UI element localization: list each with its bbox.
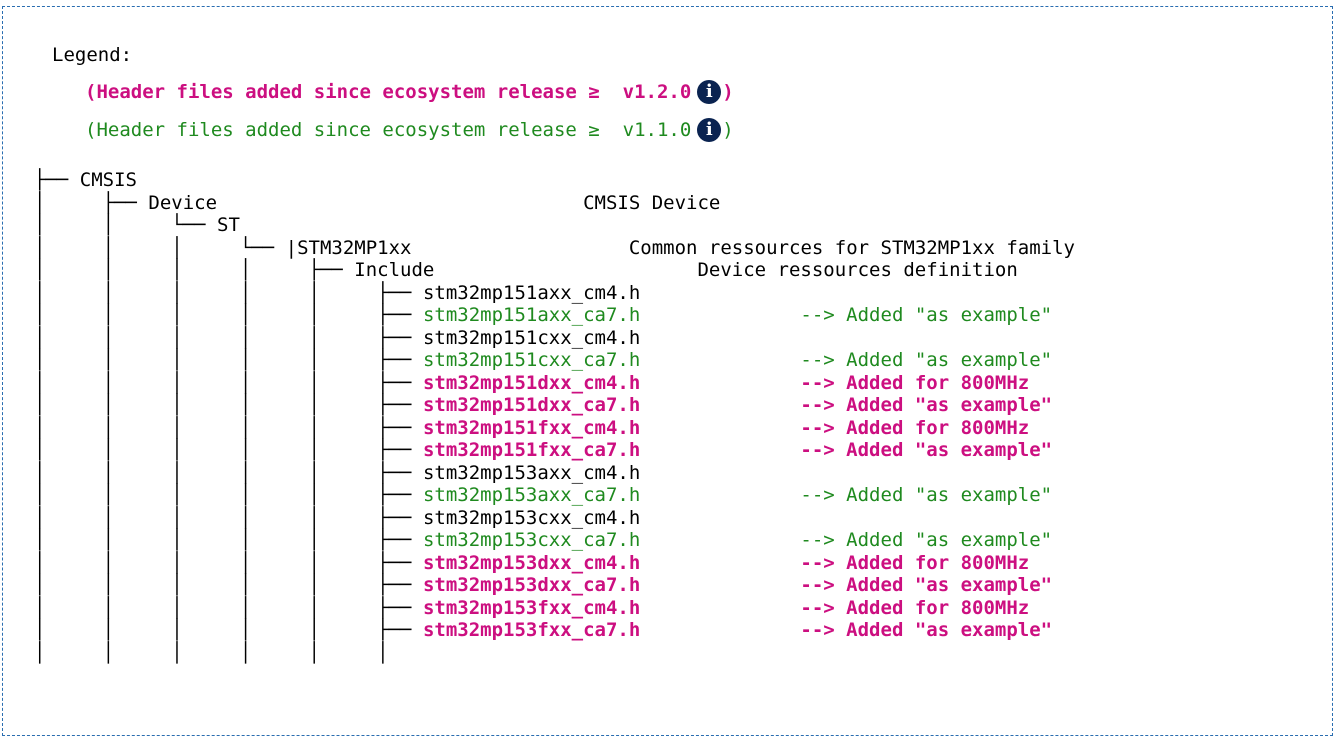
legend-entry-v1-2-0: (Header files added since ecosystem rele… (85, 80, 734, 104)
tree-entry-name: stm32mp151axx_ca7.h (422, 304, 641, 326)
tree-branch-lines: │ │ │ │ │ ├── (34, 371, 423, 394)
tree-entry-name: stm32mp153fxx_ca7.h (422, 619, 641, 641)
tree-entry-description: --> Added "as example" (640, 304, 1053, 326)
tree-branch-lines: │ │ │ │ │ ├── (34, 461, 423, 484)
tree-entry-description: Device ressources definition (434, 259, 1018, 281)
tree-row: │ │ └── ST (34, 214, 1075, 237)
code-block-frame: Legend: (Header files added since ecosys… (2, 6, 1333, 736)
tree-row: │ │ │ │ │ ├── stm32mp153axx_cm4.h (34, 462, 1075, 485)
tree-branch-lines: │ │ │ │ │ ├── (34, 439, 423, 461)
tree-row: │ │ │ │ │ ├── stm32mp151fxx_cm4.h --> Ad… (34, 417, 1075, 440)
legend-entry-v1-2-0-text: (Header files added since ecosystem rele… (85, 81, 692, 103)
tree-entry-name: stm32mp153fxx_cm4.h (422, 596, 641, 619)
tree-entry-description: --> Added "as example" (640, 619, 1053, 641)
info-icon[interactable]: i (697, 118, 722, 142)
tree-row: │ │ │ │ │ ├── stm32mp153axx_ca7.h --> Ad… (34, 484, 1075, 507)
tree-branch-lines: │ │ │ │ ├── (34, 259, 355, 281)
directory-tree: ├── CMSIS │ ├── Device CMSIS Device │ │ └─… (34, 169, 1075, 664)
tree-branch-lines: │ │ │ │ │ ├── (34, 574, 423, 596)
tree-row: │ │ │ │ ├── Include Device ressources de… (34, 259, 1075, 282)
tree-entry-name: stm32mp153axx_cm4.h (422, 461, 641, 484)
tree-branch-lines: │ ├── (34, 191, 149, 214)
tree-branch-lines: │ │ │ │ │ ├── (34, 619, 423, 641)
tree-entry-name: |STM32MP1xx (285, 236, 412, 259)
tree-row: │ │ │ │ │ ├── stm32mp153fxx_ca7.h --> Ad… (34, 619, 1075, 642)
tree-row: │ │ │ │ │ ├── stm32mp151dxx_cm4.h --> Ad… (34, 372, 1075, 395)
tree-entry-name: stm32mp151fxx_ca7.h (422, 439, 641, 461)
tree-entry-name: ST (217, 214, 240, 236)
tree-entry-description: Common ressources for STM32MP1xx family (411, 236, 1075, 259)
tree-entry-name: stm32mp151axx_cm4.h (422, 281, 641, 304)
tree-branch-lines: ├── (34, 169, 80, 191)
tree-row: │ │ │ │ │ │ (34, 642, 1075, 665)
tree-entry-name: CMSIS (79, 169, 137, 191)
tree-branch-lines: │ │ │ │ │ ├── (34, 326, 423, 349)
tree-branch-lines: │ │ │ └── (34, 236, 286, 259)
tree-branch-lines: │ │ │ │ │ ├── (34, 304, 423, 326)
tree-entry-description: --> Added for 800MHz (640, 416, 1030, 439)
tree-entry-name: Include (354, 259, 435, 281)
tree-entry-description: --> Added "as example" (640, 394, 1053, 416)
tree-entry-name: stm32mp151dxx_cm4.h (422, 371, 641, 394)
tree-entry-description: --> Added "as example" (640, 529, 1053, 551)
tree-entry-description: --> Added for 800MHz (640, 551, 1030, 574)
tree-branch-lines: │ │ │ │ │ ├── (34, 416, 423, 439)
legend-entry-v1-1-0-text: (Header files added since ecosystem rele… (85, 119, 692, 141)
tree-entry-description: --> Added "as example" (640, 349, 1053, 371)
tree-entry-name: stm32mp153dxx_cm4.h (422, 551, 641, 574)
tree-row: │ │ │ │ │ ├── stm32mp153cxx_cm4.h (34, 507, 1075, 530)
tree-row: │ │ │ │ │ ├── stm32mp151cxx_cm4.h (34, 327, 1075, 350)
tree-branch-lines: │ │ │ │ │ ├── (34, 349, 423, 371)
tree-row: ├── CMSIS (34, 169, 1075, 192)
tree-branch-lines: │ │ │ │ │ ├── (34, 394, 423, 416)
tree-entry-name: Device (148, 191, 218, 214)
tree-branch-lines: │ │ │ │ │ │ (34, 641, 389, 664)
legend-entry-v1-1-0: (Header files added since ecosystem rele… (85, 118, 734, 142)
legend-title: Legend: (52, 44, 133, 66)
tree-branch-lines: │ │ └── (34, 214, 218, 236)
tree-entry-description: --> Added "as example" (640, 574, 1053, 596)
info-icon[interactable]: i (697, 80, 722, 104)
tree-entry-name: stm32mp151dxx_ca7.h (422, 394, 641, 416)
tree-entry-name: stm32mp153cxx_ca7.h (422, 529, 641, 551)
legend-entry-v1-2-0-close: ) (722, 81, 734, 103)
tree-entry-description: --> Added "as example" (640, 484, 1053, 506)
tree-row: │ │ │ │ │ ├── stm32mp151dxx_ca7.h --> Ad… (34, 394, 1075, 417)
tree-row: │ │ │ │ │ ├── stm32mp151fxx_ca7.h --> Ad… (34, 439, 1075, 462)
tree-entry-description: --> Added "as example" (640, 439, 1053, 461)
tree-entry-description: --> Added for 800MHz (640, 371, 1030, 394)
tree-row: │ │ │ │ │ ├── stm32mp151axx_ca7.h --> Ad… (34, 304, 1075, 327)
tree-entry-description: CMSIS Device (217, 191, 721, 214)
tree-entry-name: stm32mp151fxx_cm4.h (422, 416, 641, 439)
legend-entry-v1-1-0-close: ) (722, 119, 734, 141)
tree-entry-name: stm32mp151cxx_cm4.h (422, 326, 641, 349)
tree-entry-description: --> Added for 800MHz (640, 596, 1030, 619)
tree-entry-name: stm32mp153dxx_ca7.h (422, 574, 641, 596)
tree-row: │ │ │ │ │ ├── stm32mp153fxx_cm4.h --> Ad… (34, 597, 1075, 620)
tree-branch-lines: │ │ │ │ │ ├── (34, 506, 423, 529)
tree-branch-lines: │ │ │ │ │ ├── (34, 551, 423, 574)
tree-branch-lines: │ │ │ │ │ ├── (34, 484, 423, 506)
tree-row: │ │ │ │ │ ├── stm32mp153dxx_ca7.h --> Ad… (34, 574, 1075, 597)
tree-row: │ │ │ │ │ ├── stm32mp151cxx_ca7.h --> Ad… (34, 349, 1075, 372)
tree-row: │ │ │ │ │ ├── stm32mp153cxx_ca7.h --> Ad… (34, 529, 1075, 552)
tree-entry-name: stm32mp151cxx_ca7.h (422, 349, 641, 371)
tree-row: │ ├── Device CMSIS Device (34, 192, 1075, 215)
tree-row: │ │ │ │ │ ├── stm32mp153dxx_cm4.h --> Ad… (34, 552, 1075, 575)
tree-branch-lines: │ │ │ │ │ ├── (34, 281, 423, 304)
tree-branch-lines: │ │ │ │ │ ├── (34, 596, 423, 619)
tree-entry-name: stm32mp153cxx_cm4.h (422, 506, 641, 529)
tree-entry-name: stm32mp153axx_ca7.h (422, 484, 641, 506)
tree-row: │ │ │ └── |STM32MP1xx Common ressources … (34, 237, 1075, 260)
tree-branch-lines: │ │ │ │ │ ├── (34, 529, 423, 551)
tree-row: │ │ │ │ │ ├── stm32mp151axx_cm4.h (34, 282, 1075, 305)
